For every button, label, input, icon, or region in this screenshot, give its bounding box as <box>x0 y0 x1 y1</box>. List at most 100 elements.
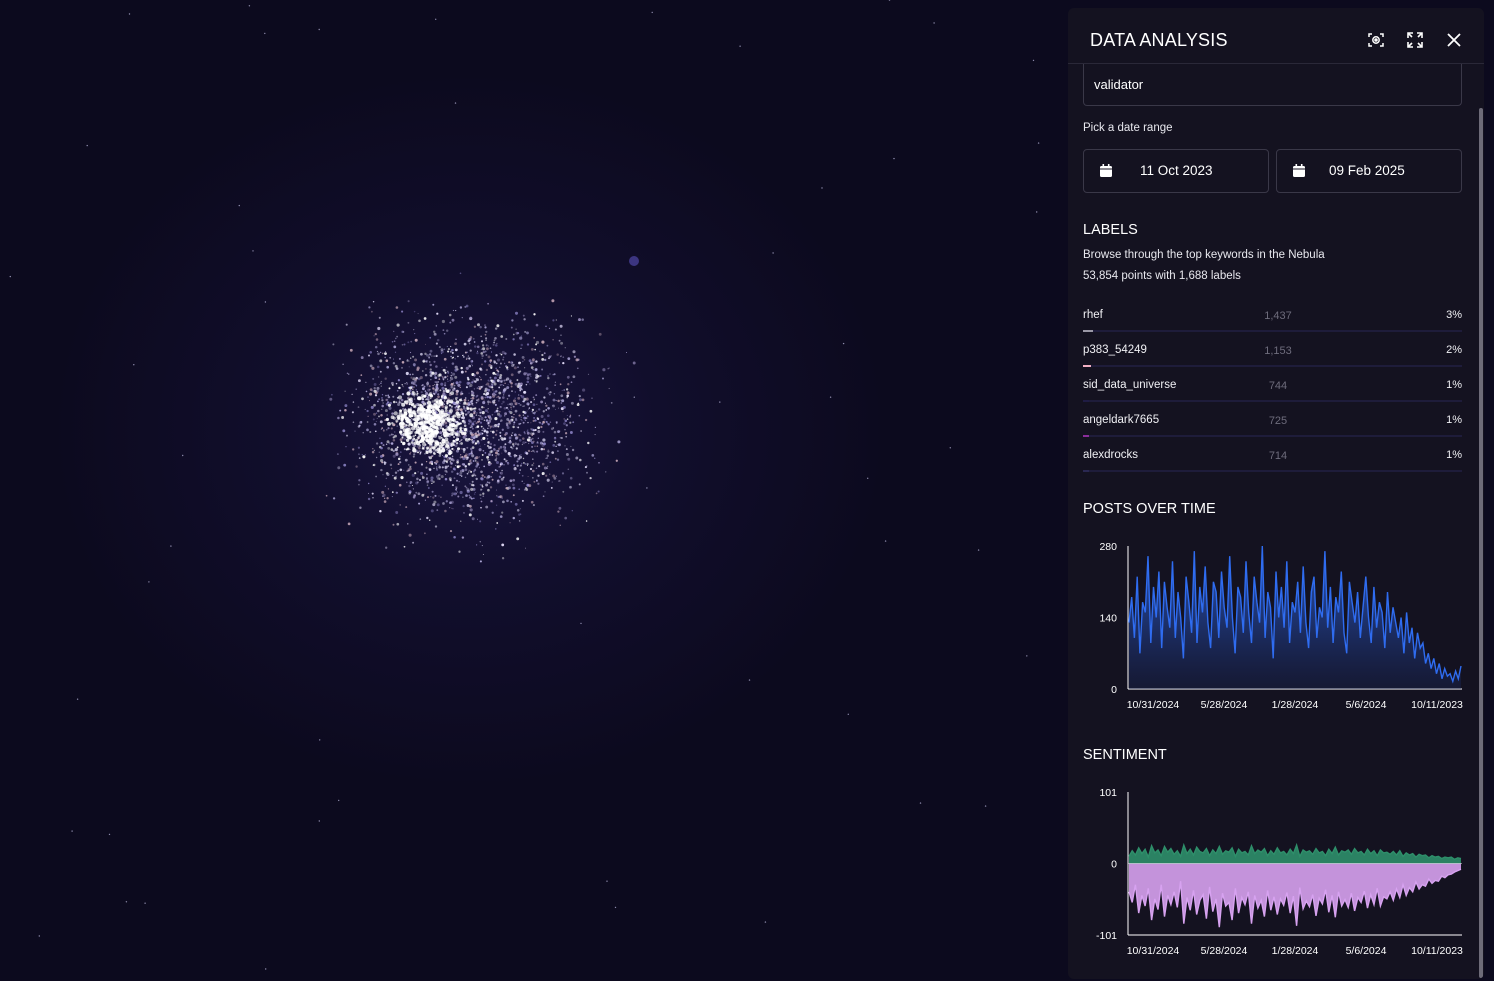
close-icon[interactable] <box>1444 30 1464 50</box>
nebula-point <box>440 475 444 479</box>
nebula-point <box>605 471 607 473</box>
nebula-point <box>526 415 529 418</box>
nebula-point <box>381 352 384 355</box>
nebula-point <box>488 396 492 399</box>
nebula-point <box>436 466 438 468</box>
nebula-point <box>485 430 489 434</box>
nebula-point <box>491 511 494 514</box>
nebula-point <box>454 375 458 379</box>
nebula-point <box>387 427 390 430</box>
nebula-point <box>416 392 419 395</box>
nebula-point <box>419 451 422 454</box>
label-row[interactable]: sid_data_universe 744 1% <box>1083 379 1462 414</box>
nebula-point <box>381 408 383 410</box>
nebula-point <box>563 422 566 425</box>
nebula-point <box>479 415 482 418</box>
nebula-point <box>512 494 515 497</box>
nebula-point <box>402 441 406 446</box>
nebula-point <box>443 403 445 406</box>
nebula-point <box>414 421 420 426</box>
nebula-point <box>399 429 402 431</box>
nebula-point <box>556 353 559 356</box>
label-row[interactable]: rhef 1,437 3% <box>1083 309 1462 344</box>
nebula-point <box>468 494 471 497</box>
label-row[interactable]: alexdrocks 714 1% <box>1083 449 1462 484</box>
nebula-point <box>343 463 347 467</box>
nebula-point <box>455 464 457 466</box>
nebula-point <box>409 453 411 455</box>
panel-scrollbar[interactable] <box>1479 108 1483 978</box>
nebula-point <box>424 452 426 455</box>
nebula-point <box>488 380 490 382</box>
nebula-point <box>527 449 531 453</box>
nebula-point <box>504 433 507 436</box>
nebula-point <box>401 343 404 346</box>
nebula-point <box>493 443 496 447</box>
nebula-point <box>521 388 523 391</box>
nebula-point <box>719 401 721 403</box>
nebula-point <box>476 412 478 414</box>
nebula-point <box>526 343 530 346</box>
nebula-point <box>474 345 477 348</box>
nebula-point <box>533 313 536 316</box>
nebula-point <box>387 447 391 450</box>
nebula-point <box>455 449 460 453</box>
nebula-point <box>372 300 375 303</box>
nebula-point <box>557 443 561 447</box>
nebula-point <box>476 350 479 352</box>
nebula-point <box>564 346 567 349</box>
keyword-filter-input[interactable]: validator <box>1083 64 1462 106</box>
nebula-point <box>463 424 467 427</box>
nebula-point <box>436 338 440 342</box>
nebula-point <box>470 397 472 399</box>
nebula-point <box>515 447 518 450</box>
nebula-point <box>426 395 430 399</box>
nebula-point <box>519 469 521 471</box>
nebula-point <box>524 330 527 333</box>
nebula-point <box>460 447 463 450</box>
nebula-point <box>456 465 460 469</box>
nebula-point <box>523 462 525 464</box>
nebula-point <box>542 438 546 442</box>
nebula-point <box>376 417 378 419</box>
nebula-point <box>474 460 477 462</box>
expand-icon[interactable] <box>1405 30 1425 50</box>
nebula-point <box>434 430 439 435</box>
nebula-point <box>541 340 545 344</box>
nebula-point <box>444 454 449 458</box>
nebula-point <box>443 400 446 402</box>
nebula-point <box>510 500 513 503</box>
nebula-point <box>431 355 433 357</box>
nebula-point <box>541 443 544 445</box>
nebula-point <box>451 427 455 431</box>
nebula-point <box>434 442 437 445</box>
nebula-point <box>537 474 540 477</box>
nebula-point <box>602 368 606 372</box>
nebula-point <box>367 396 369 398</box>
nebula-point <box>472 337 475 340</box>
nebula-point <box>442 376 444 378</box>
nebula-point <box>436 427 440 431</box>
end-date-picker[interactable]: 09 Feb 2025 <box>1276 149 1462 193</box>
label-count: 1,153 <box>1264 345 1292 357</box>
nebula-point <box>505 487 508 490</box>
nebula-point <box>408 484 411 488</box>
start-date-picker[interactable]: 11 Oct 2023 <box>1083 149 1269 193</box>
nebula-visualization[interactable] <box>0 0 1068 981</box>
nebula-point <box>582 388 586 392</box>
label-row[interactable]: angeldark7665 725 1% <box>1083 414 1462 449</box>
nebula-point <box>413 395 416 398</box>
nebula-point <box>1026 655 1028 657</box>
focus-camera-icon[interactable] <box>1366 30 1386 50</box>
nebula-point <box>479 483 482 486</box>
label-row[interactable]: p383_54249 1,153 2% <box>1083 344 1462 379</box>
nebula-canvas[interactable] <box>0 0 1068 981</box>
nebula-point <box>562 405 566 409</box>
nebula-point <box>463 512 465 514</box>
nebula-point <box>451 448 454 450</box>
nebula-point <box>412 448 417 453</box>
nebula-point <box>407 523 409 525</box>
nebula-point <box>519 403 522 407</box>
x-tick-label: 1/28/2024 <box>1272 945 1319 957</box>
nebula-point <box>530 422 532 424</box>
